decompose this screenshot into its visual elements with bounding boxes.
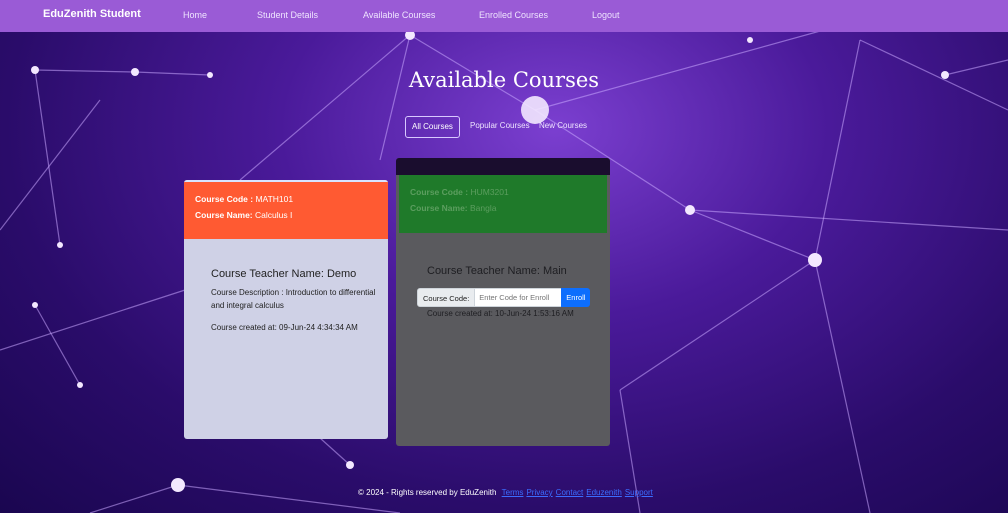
course-name-label: Course Name: xyxy=(410,203,468,213)
nav-student-details[interactable]: Student Details xyxy=(257,10,318,20)
nav-home[interactable]: Home xyxy=(183,10,207,20)
filter-all-courses[interactable]: All Courses xyxy=(405,116,460,138)
course-created-at: Course created at: 09-Jun-24 4:34:34 AM xyxy=(211,323,358,332)
course-code-line: Course Code : MATH101 xyxy=(184,182,388,204)
enroll-code-input[interactable] xyxy=(475,288,562,307)
course-name-label: Course Name: xyxy=(195,210,253,220)
course-card-hum3201[interactable]: Course Code : HUM3201 Course Name: Bangl… xyxy=(396,158,610,446)
footer-copyright: © 2024 - Rights reserved by EduZenith xyxy=(358,488,497,497)
course-description: Course Description : Introduction to dif… xyxy=(211,288,376,310)
enroll-code-label: Course Code: xyxy=(417,288,476,307)
course-code-line: Course Code : HUM3201 xyxy=(399,175,607,197)
page-title: Available Courses xyxy=(408,68,600,92)
enroll-form: Course Code: Enroll xyxy=(417,288,591,307)
course-name-value: Calculus I xyxy=(255,210,293,220)
card-hover-overlay xyxy=(396,158,610,175)
course-card-header: Course Code : MATH101 Course Name: Calcu… xyxy=(184,180,388,239)
course-name-line: Course Name: Bangla xyxy=(399,203,607,213)
footer-link-contact[interactable]: Contact xyxy=(556,488,584,497)
top-navbar: EduZenith Student Home Student Details A… xyxy=(0,0,1008,32)
nav-logout[interactable]: Logout xyxy=(592,10,620,20)
course-code-value: MATH101 xyxy=(255,194,294,204)
filter-new-courses[interactable]: New Courses xyxy=(533,116,593,136)
course-card-header: Course Code : HUM3201 Course Name: Bangl… xyxy=(399,175,607,233)
footer: © 2024 - Rights reserved by EduZenith Te… xyxy=(358,488,653,497)
course-code-label: Course Code : xyxy=(410,187,469,197)
course-card-math101: Course Code : MATH101 Course Name: Calcu… xyxy=(184,180,388,439)
filter-popular-courses[interactable]: Popular Courses xyxy=(464,116,536,136)
footer-link-eduzenith[interactable]: Eduzenith xyxy=(586,488,622,497)
enroll-button[interactable]: Enroll xyxy=(561,288,591,307)
footer-link-terms[interactable]: Terms xyxy=(502,488,524,497)
footer-link-support[interactable]: Support xyxy=(625,488,653,497)
footer-link-privacy[interactable]: Privacy xyxy=(526,488,552,497)
nav-enrolled-courses[interactable]: Enrolled Courses xyxy=(479,10,548,20)
course-teacher: Course Teacher Name: Main xyxy=(427,265,567,277)
course-created-at: Course created at: 10-Jun-24 1:53:16 AM xyxy=(427,309,574,318)
course-code-value: HUM3201 xyxy=(470,187,509,197)
course-name-line: Course Name: Calculus I xyxy=(184,210,388,220)
brand-logo[interactable]: EduZenith Student xyxy=(43,8,141,20)
course-teacher: Course Teacher Name: Demo xyxy=(211,268,357,280)
course-name-value: Bangla xyxy=(470,203,497,213)
course-code-label: Course Code : xyxy=(195,194,254,204)
nav-available-courses[interactable]: Available Courses xyxy=(363,10,435,20)
